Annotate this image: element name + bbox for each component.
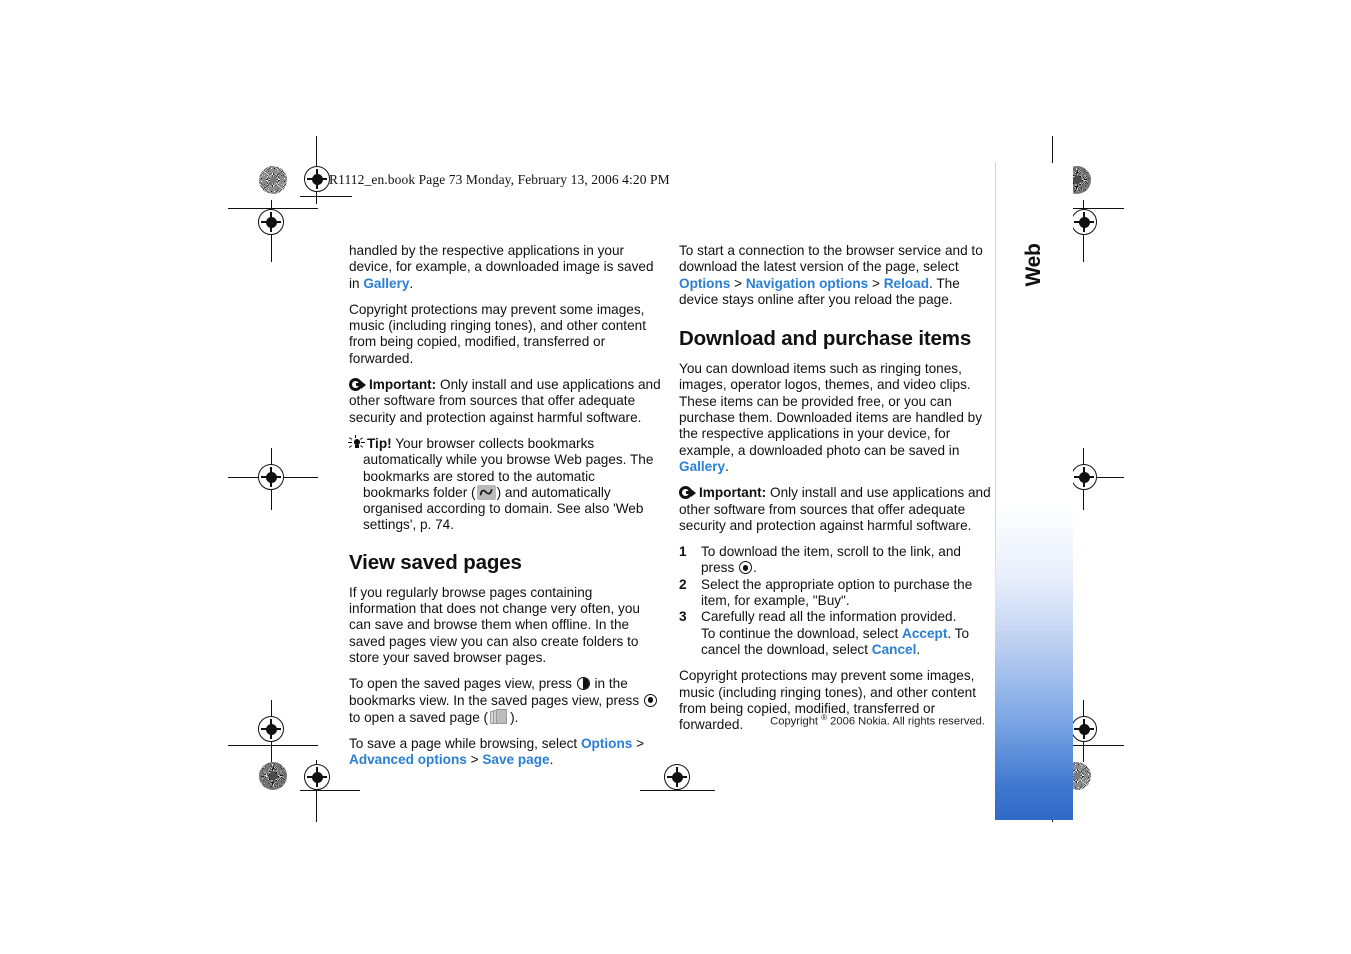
paragraph-handled-by: handled by the respective applications i… xyxy=(349,243,661,292)
download-steps-list: 1 To download the item, scroll to the lin… xyxy=(679,544,991,658)
crop-mark-bottom-center-horizontal xyxy=(640,790,715,792)
footer-copyright: Copyright ® 2006 Nokia. All rights reser… xyxy=(679,713,985,728)
footer-copyright-post: 2006 Nokia. All rights reserved. xyxy=(827,715,985,728)
paragraph-download-items-intro-end: . xyxy=(725,458,729,474)
important-icon xyxy=(349,378,366,392)
link-advanced-options[interactable]: Advanced options xyxy=(349,752,467,767)
link-gallery-left[interactable]: Gallery xyxy=(363,276,409,291)
registration-mark-left-center xyxy=(258,464,284,490)
step-number: 2 xyxy=(679,576,687,592)
note-tip-left: Tip! Your browser collects bookmarks aut… xyxy=(348,434,661,534)
paragraph-open-saved-pages-c: to open a saved page ( xyxy=(349,709,489,725)
registration-mark-bottom-left xyxy=(304,764,330,790)
step-text: Carefully read all the information provi… xyxy=(701,609,957,625)
list-item: 1 To download the item, scroll to the lin… xyxy=(679,544,991,577)
density-patch-bottom-left xyxy=(259,762,287,790)
step-number: 1 xyxy=(679,544,687,560)
link-gallery-right[interactable]: Gallery xyxy=(679,459,725,474)
saved-page-icon xyxy=(490,708,508,725)
right-text-column: To start a connection to the browser ser… xyxy=(679,243,991,743)
note-tip-left-label: Tip! xyxy=(367,435,392,451)
registration-mark-top-left xyxy=(304,166,330,192)
separator-left-1: > xyxy=(632,736,645,752)
registration-mark-left-upper xyxy=(258,209,284,235)
registration-mark-left-lower xyxy=(258,716,284,742)
separator-left-2: > xyxy=(466,752,483,768)
link-cancel[interactable]: Cancel xyxy=(872,642,917,657)
crop-mark-bottom-left-horizontal xyxy=(300,790,360,792)
paragraph-save-page-a: To save a page while browsing, select xyxy=(349,736,581,752)
note-important-left: Important: Only install and use applicat… xyxy=(349,377,661,426)
link-accept[interactable]: Accept xyxy=(902,626,947,641)
registration-mark-bottom-center xyxy=(664,764,690,790)
step-3-extra-a: To continue the download, select xyxy=(701,625,903,641)
link-save-page[interactable]: Save page xyxy=(482,752,549,767)
crop-mark-left-lower-horizontal xyxy=(228,745,318,747)
footer-copyright-pre: Copyright xyxy=(770,715,822,728)
registration-mark-right-lower xyxy=(1071,716,1097,742)
paragraph-open-saved-pages-a: To open the saved pages view, press xyxy=(349,676,576,692)
section-title-download-and-purchase-items: Download and purchase items xyxy=(679,327,972,351)
automatic-bookmarks-folder-icon xyxy=(476,484,496,500)
paragraph-view-saved-pages-intro: If you regularly browse pages containing… xyxy=(349,584,640,665)
paragraph-handled-by-end: . xyxy=(409,275,414,291)
select-key-icon-step-1 xyxy=(739,561,753,575)
scroll-right-key-icon xyxy=(576,677,590,691)
link-options-right[interactable]: Options xyxy=(679,276,730,291)
paragraph-download-items-intro-a: You can download items such as ringing t… xyxy=(679,361,983,458)
paragraph-start-connection: To start a connection to the browser ser… xyxy=(679,243,991,308)
chapter-tab-label: Web xyxy=(1022,243,1045,287)
link-options-left[interactable]: Options xyxy=(581,736,632,751)
separator-right-1: > xyxy=(730,275,746,291)
important-icon xyxy=(679,486,696,500)
step-3-extra-c: . xyxy=(916,641,921,657)
step-number: 3 xyxy=(679,609,687,625)
list-item: 2 Select the appropriate option to purcha… xyxy=(679,577,991,610)
link-reload[interactable]: Reload xyxy=(884,276,929,291)
list-item: 3 Carefully read all the information prov… xyxy=(679,609,991,658)
chapter-tab-edge xyxy=(995,163,996,820)
page-number: 73 xyxy=(1012,870,1042,900)
select-key-icon-left xyxy=(643,693,657,707)
registration-mark-right-upper xyxy=(1071,209,1097,235)
step-text: Select the appropriate option to purchas… xyxy=(701,576,973,609)
print-slug-line: R1112_en.book Page 73 Monday, February 1… xyxy=(329,172,670,187)
note-important-right-label: Important: xyxy=(699,485,767,501)
paragraph-download-items-intro: You can download items such as ringing t… xyxy=(679,361,991,475)
section-title-view-saved-pages: View saved pages xyxy=(349,550,522,574)
step-text-end: . xyxy=(753,560,757,576)
left-text-column: handled by the respective applications i… xyxy=(348,243,661,779)
separator-right-2: > xyxy=(868,275,884,291)
paragraph-save-page-end: . xyxy=(549,752,554,768)
paragraph-copyright-left: Copyright protections may prevent some i… xyxy=(349,301,646,366)
paragraph-start-connection-a: To start a connection to the browser ser… xyxy=(679,243,983,275)
crop-mark-right-lower-horizontal xyxy=(1070,745,1124,747)
registration-mark-right-center xyxy=(1071,464,1097,490)
link-navigation-options[interactable]: Navigation options xyxy=(746,276,868,291)
tip-lightbulb-icon xyxy=(348,434,365,450)
note-important-right: Important: Only install and use applicat… xyxy=(679,485,991,534)
crop-mark-top-left-horizontal xyxy=(300,196,352,198)
chapter-tab: Web 73 xyxy=(995,163,1073,900)
density-patch-top-left xyxy=(259,166,287,194)
paragraph-open-saved-pages: To open the saved pages view, press in t… xyxy=(349,676,661,726)
note-important-left-label: Important: xyxy=(369,377,437,393)
paragraph-open-saved-pages-d: ). xyxy=(510,709,519,725)
paragraph-save-page: To save a page while browsing, select Op… xyxy=(349,736,661,769)
